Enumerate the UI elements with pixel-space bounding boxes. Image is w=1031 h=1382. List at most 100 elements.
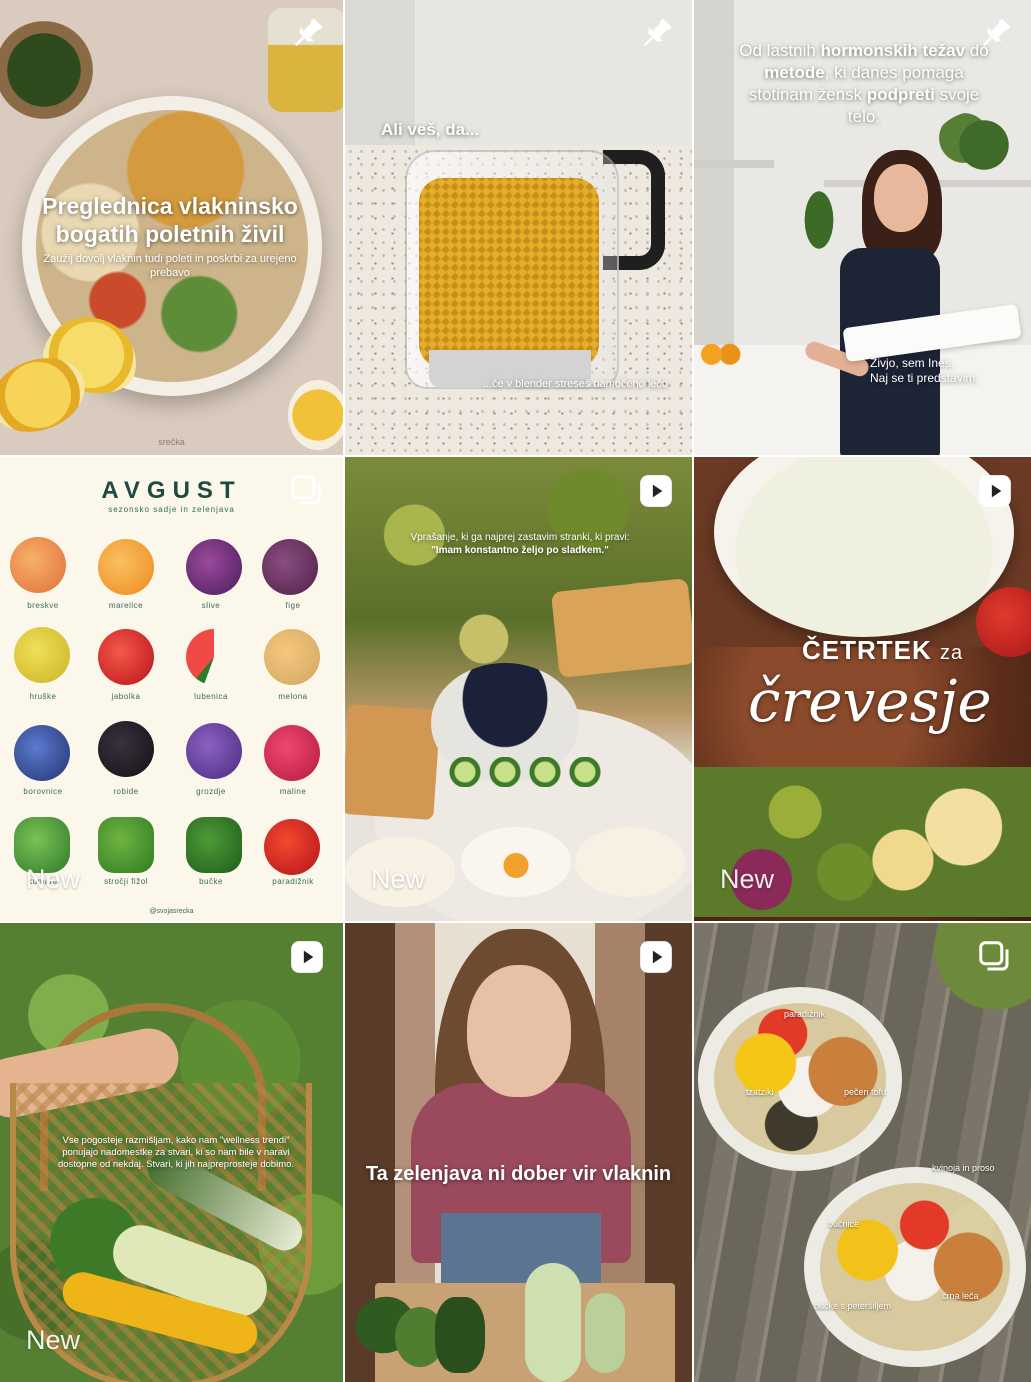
post-subtitle: Zaužij dovolj vlaknin tudi poleti in pos… <box>43 253 297 279</box>
raspberries-image <box>264 725 320 781</box>
dressing-bowl-image <box>714 457 1014 637</box>
brand-watermark: srečka <box>158 437 185 447</box>
ingredient-label: tzatziki <box>746 1087 774 1097</box>
ingredient-label: pečen tofu <box>844 1087 887 1097</box>
face <box>874 164 928 232</box>
produce-label: fige <box>285 601 301 610</box>
reel-icon <box>975 471 1015 511</box>
bowl-food-image <box>714 1003 886 1155</box>
post-title: ČETRTEK za <box>724 635 1031 666</box>
zucchini-image <box>525 1263 581 1382</box>
title-bold: ČETRTEK <box>802 635 932 665</box>
produce-label: melona <box>278 692 308 701</box>
question-quote: "Imam konstantno željo po sladkem." <box>431 545 609 556</box>
blueberries-image <box>14 725 70 781</box>
melon-image <box>264 629 320 685</box>
ingredient-label: bučke s peteršiljem <box>814 1301 892 1311</box>
title-connector: za <box>940 642 964 664</box>
headline-bold: podpreti <box>866 85 935 104</box>
question-line: Vprašanje, ki ga najprej zastavim strank… <box>410 532 630 543</box>
cucumber-slices-image <box>445 757 605 787</box>
lentils-image <box>419 178 599 368</box>
chart-footer: @svojasrecka <box>149 908 194 915</box>
plum-image <box>186 539 242 595</box>
produce-label: paradižnik <box>272 877 314 886</box>
post-tile-sweet-cravings[interactable]: Vprašanje, ki ga najprej zastavim strank… <box>345 457 692 921</box>
cucumber-image <box>435 1297 485 1373</box>
produce-label: breskve <box>27 601 59 610</box>
produce-label: lubenica <box>194 692 228 701</box>
carousel-icon <box>287 471 327 511</box>
carousel-icon <box>975 937 1015 977</box>
peach-image <box>10 537 66 593</box>
new-label: New <box>26 1325 81 1355</box>
produce-label: maline <box>279 787 307 796</box>
post-title-script: črevesje <box>748 667 992 735</box>
grapes-image <box>186 723 242 779</box>
herb-bowl-image <box>0 10 98 130</box>
produce-label: hruške <box>29 692 57 701</box>
ingredient-label: bučnice <box>828 1219 860 1229</box>
pear-image <box>14 627 70 683</box>
post-caption: Ta zelenjava ni dober vir vlaknin <box>365 1163 672 1185</box>
egg-image <box>461 827 571 897</box>
post-tile-vegetable-fiber[interactable]: Ta zelenjava ni dober vir vlaknin <box>345 923 692 1382</box>
headline-part: Od lastnih <box>739 41 821 60</box>
reel-icon <box>636 471 676 511</box>
pin-icon <box>975 14 1015 54</box>
ingredient-label: črna leča <box>942 1291 979 1301</box>
oranges-image <box>700 340 746 366</box>
toast-image <box>345 703 441 821</box>
ingredient-label: kvinoja in proso <box>932 1163 995 1173</box>
produce-label: robide <box>113 787 139 796</box>
greeting-line: Naj se ti predstavim. <box>870 371 979 385</box>
new-label: New <box>371 864 426 894</box>
face <box>467 965 571 1097</box>
produce-label: slive <box>201 601 221 610</box>
post-text: Vse pogosteje razmišljam, kako nam "well… <box>57 1135 295 1170</box>
watermelon-image <box>186 629 242 685</box>
new-label: New <box>720 864 775 894</box>
post-tile-fiber-chart[interactable]: Preglednica vlakninsko bogatih poletnih … <box>0 0 343 455</box>
produce-label: stročji fižol <box>104 877 148 886</box>
shelf <box>694 160 774 168</box>
egg-image <box>575 827 685 897</box>
zucchini-image <box>186 817 242 873</box>
post-headline: Od lastnih hormonskih težav do metode, k… <box>734 40 994 128</box>
apricot-image <box>98 539 154 595</box>
headline-bold: hormonskih težav <box>820 41 966 60</box>
pin-icon <box>287 14 327 54</box>
post-title: Preglednica vlakninsko bogatih poletnih … <box>42 193 298 247</box>
reel-icon <box>636 937 676 977</box>
post-tile-gut-thursday[interactable]: ČETRTEK za črevesje New <box>694 457 1031 921</box>
post-tile-blender-lentils[interactable]: Ali veš, da... ...če v blender streseš n… <box>345 0 692 455</box>
produce-label: jabolka <box>111 692 141 701</box>
produce-label: bučke <box>199 877 223 886</box>
produce-label: grozdje <box>196 787 226 796</box>
produce-label: borovnice <box>23 787 63 796</box>
bread-image <box>550 578 692 678</box>
post-tile-garden-basket[interactable]: Vse pogosteje razmišljam, kako nam "well… <box>0 923 343 1382</box>
green-beans-image <box>98 817 154 873</box>
blackberries-image <box>98 721 154 777</box>
post-question: Ali veš, da... <box>381 120 480 139</box>
post-grid: Preglednica vlakninsko bogatih poletnih … <box>0 0 1031 1382</box>
post-caption: ...če v blender streseš namočeno lečo <box>482 378 668 390</box>
tomato-image <box>264 819 320 875</box>
post-tile-buddha-bowls[interactable]: paradižnik tzatziki pečen tofu kvinoja i… <box>694 923 1031 1382</box>
greeting-line: Živjo, sem Ines. <box>870 356 955 370</box>
bowl-food-image <box>820 1183 1010 1351</box>
produce-label: marelice <box>108 601 144 610</box>
reel-icon <box>287 937 327 977</box>
post-tile-introduction[interactable]: Od lastnih hormonskih težav do metode, k… <box>694 0 1031 455</box>
headline-bold: metode <box>764 63 825 82</box>
post-tile-seasonal-chart[interactable]: AVGUST sezonsko sadje in zelenjava bresk… <box>0 457 343 921</box>
pin-icon <box>636 14 676 54</box>
ingredient-label: paradižnik <box>784 1009 826 1019</box>
fig-image <box>262 539 318 595</box>
post-question: Vprašanje, ki ga najprej zastavim strank… <box>385 531 655 557</box>
apple-image <box>98 629 154 685</box>
new-label: New <box>26 864 81 894</box>
woman-photo <box>802 150 944 455</box>
greeting-text: Živjo, sem Ines. Naj se ti predstavim. <box>870 356 979 386</box>
